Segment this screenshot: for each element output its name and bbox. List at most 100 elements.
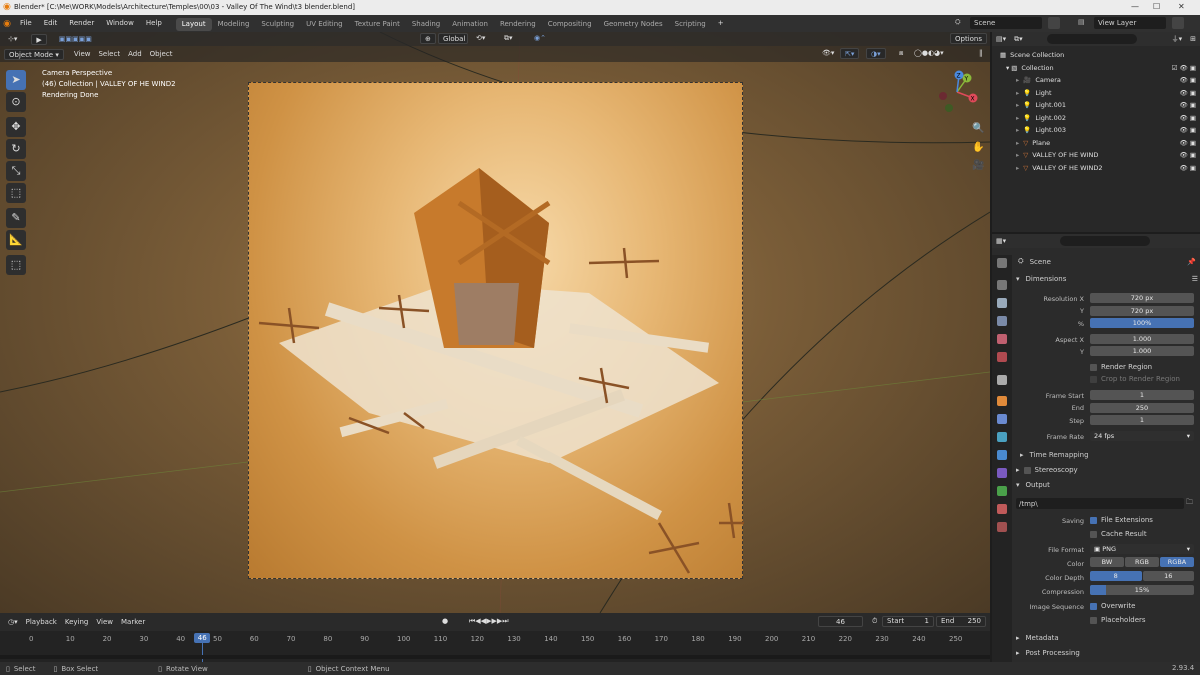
texture-tab-icon[interactable] bbox=[997, 522, 1007, 532]
current-frame-field[interactable]: 46 bbox=[818, 616, 863, 627]
tab-shading[interactable]: Shading bbox=[406, 18, 446, 31]
sidebar-toggle-icon[interactable]: ‖ bbox=[975, 48, 987, 59]
eye-icon[interactable]: 👁 ▣ bbox=[1180, 87, 1196, 100]
scene-selector[interactable]: Scene bbox=[970, 17, 1042, 29]
menu-render[interactable]: Render bbox=[63, 15, 100, 32]
checkbox-icon[interactable]: ☑ 👁 ▣ bbox=[1172, 62, 1196, 75]
overwrite-checkbox[interactable]: Overwrite bbox=[1090, 602, 1135, 610]
stopwatch-icon[interactable]: ⏱ bbox=[868, 616, 881, 627]
eye-icon[interactable]: 👁 ▣ bbox=[1180, 99, 1196, 112]
menu-window[interactable]: Window bbox=[100, 15, 140, 32]
tab-uv-editing[interactable]: UV Editing bbox=[300, 18, 349, 31]
frame-end-field[interactable]: 250 bbox=[1090, 403, 1194, 413]
display-mode-icon[interactable]: ⧉▾ bbox=[1010, 34, 1027, 45]
viewport-menu-add[interactable]: Add bbox=[124, 49, 146, 60]
presets-icon[interactable]: ☰ bbox=[1192, 275, 1198, 283]
outliner-collection[interactable]: ▾ ▧ Collection ☑ 👁 ▣ bbox=[992, 62, 1200, 75]
select-tool-icon[interactable]: ▶ bbox=[31, 33, 47, 45]
eye-icon[interactable]: 👁 ▣ bbox=[1180, 137, 1196, 150]
file-format-dropdown[interactable]: ▣ PNG ▾ bbox=[1090, 544, 1194, 554]
depth-8-button[interactable]: 8 bbox=[1090, 571, 1142, 581]
outliner-editor-icon[interactable]: ▤▾ bbox=[992, 34, 1010, 45]
tab-geometry-nodes[interactable]: Geometry Nodes bbox=[598, 18, 669, 31]
playback-controls-icon[interactable]: ⏮◀◀▶▶▶⏭ bbox=[465, 616, 513, 627]
crop-region-check[interactable] bbox=[1090, 375, 1097, 383]
file-ext-checkbox[interactable]: File Extensions bbox=[1090, 516, 1153, 524]
view-layer-tab-icon[interactable] bbox=[997, 316, 1007, 326]
timeline-ruler[interactable]: 0 10 20 30 40 50 60 70 80 90 100 110 120 130 140 150 160… bbox=[0, 631, 990, 662]
eye-icon[interactable]: 👁 ▣ bbox=[1180, 74, 1196, 87]
compression-slider[interactable]: 15% bbox=[1090, 585, 1194, 595]
menu-edit[interactable]: Edit bbox=[38, 15, 64, 32]
gizmo-toggle-icon[interactable]: ⇱▾ bbox=[840, 48, 860, 59]
output-path-input[interactable]: /tmp\ bbox=[1016, 498, 1184, 509]
snap-icon[interactable]: ⧉▾ bbox=[500, 33, 517, 44]
outliner-item[interactable]: ▸ 💡 Light.001 👁 ▣ bbox=[992, 99, 1200, 112]
view-layer-selector[interactable]: View Layer bbox=[1094, 17, 1166, 29]
scale-tool-icon[interactable]: ⤡ bbox=[6, 161, 26, 181]
subpanel-time-remapping[interactable]: ▸ Time Remapping bbox=[1020, 451, 1196, 459]
outliner-item[interactable]: ▸ ▽ VALLEY OF HE WIND2 👁 ▣ bbox=[992, 162, 1200, 175]
panel-dimensions-header[interactable]: ▾ Dimensions ☰ bbox=[1016, 275, 1198, 283]
render-region-checkbox[interactable]: Render Region bbox=[1090, 363, 1152, 371]
rotate-tool-icon[interactable]: ↻ bbox=[6, 139, 26, 159]
outliner-item[interactable]: ▸ 💡 Light.002 👁 ▣ bbox=[992, 112, 1200, 125]
timeline-scrollbar[interactable] bbox=[0, 655, 990, 659]
aspect-y-field[interactable]: 1.000 bbox=[1090, 346, 1194, 356]
placeholders-check[interactable] bbox=[1090, 616, 1097, 624]
frame-step-field[interactable]: 1 bbox=[1090, 415, 1194, 425]
timeline-menu-playback[interactable]: Playback bbox=[22, 617, 61, 628]
collection-tab-icon[interactable] bbox=[997, 375, 1007, 385]
viewport-menu-select[interactable]: Select bbox=[94, 49, 124, 60]
modifier-tab-icon[interactable] bbox=[997, 414, 1007, 424]
proportional-edit-icon[interactable]: ◉⌃ bbox=[530, 33, 550, 44]
pivot-icon[interactable]: ⟲▾ bbox=[472, 33, 489, 44]
zoom-icon[interactable]: 🔍 bbox=[972, 123, 984, 134]
world-tab-icon[interactable] bbox=[997, 352, 1007, 362]
shading-modes-icon[interactable]: ◯●◐◕▾ bbox=[910, 48, 948, 59]
render-tab-icon[interactable] bbox=[997, 280, 1007, 290]
new-collection-icon[interactable]: ⊞ bbox=[1186, 34, 1200, 45]
depth-16-button[interactable]: 16 bbox=[1142, 571, 1194, 581]
res-x-field[interactable]: 720 px bbox=[1090, 293, 1194, 303]
panel-metadata-header[interactable]: ▸ Metadata bbox=[1016, 634, 1196, 642]
annotate-tool-icon[interactable]: ✎ bbox=[6, 208, 26, 228]
minimize-icon[interactable]: — bbox=[1131, 2, 1139, 11]
new-view-layer-icon[interactable] bbox=[1172, 17, 1184, 29]
record-icon[interactable]: ● bbox=[438, 616, 452, 627]
aspect-x-field[interactable]: 1.000 bbox=[1090, 334, 1194, 344]
move-tool-icon[interactable]: ✥ bbox=[6, 117, 26, 137]
particles-tab-icon[interactable] bbox=[997, 432, 1007, 442]
overwrite-check[interactable] bbox=[1090, 602, 1097, 610]
editor-type-icon[interactable]: ⊹▾ bbox=[4, 34, 21, 45]
start-frame-field[interactable]: Start 1 bbox=[882, 616, 934, 627]
outliner-search-input[interactable] bbox=[1046, 34, 1137, 44]
add-cube-tool-icon[interactable]: ⬚ bbox=[6, 255, 26, 275]
color-bw-button[interactable]: BW bbox=[1090, 557, 1124, 567]
tab-modeling[interactable]: Modeling bbox=[212, 18, 256, 31]
pan-hand-icon[interactable]: ✋ bbox=[972, 142, 984, 153]
tab-sculpting[interactable]: Sculpting bbox=[255, 18, 300, 31]
outliner-item[interactable]: ▸ 🎥 Camera 👁 ▣ bbox=[992, 74, 1200, 87]
output-tab-icon[interactable] bbox=[997, 298, 1007, 308]
res-y-field[interactable]: 720 px bbox=[1090, 306, 1194, 316]
maximize-icon[interactable]: ☐ bbox=[1153, 2, 1160, 11]
options-dropdown[interactable]: Options bbox=[950, 33, 988, 44]
orientation-icon[interactable]: ⊕ bbox=[420, 33, 436, 44]
crop-region-checkbox[interactable]: Crop to Render Region bbox=[1090, 375, 1180, 383]
playhead[interactable]: 46 bbox=[194, 633, 211, 643]
visibility-icon[interactable]: 👁▾ bbox=[818, 48, 838, 59]
tab-rendering[interactable]: Rendering bbox=[494, 18, 542, 31]
stereoscopy-check[interactable] bbox=[1023, 466, 1031, 474]
res-pct-field[interactable]: 100% bbox=[1090, 318, 1194, 328]
xray-icon[interactable]: ⧈ bbox=[895, 48, 907, 59]
scene-tab-icon[interactable] bbox=[997, 334, 1007, 344]
camera-view-icon[interactable]: 🎥 bbox=[972, 160, 984, 171]
panel-output-header[interactable]: ▾ Output bbox=[1016, 481, 1196, 489]
panel-stereoscopy-header[interactable]: ▸ Stereoscopy bbox=[1016, 466, 1196, 474]
filter-icon[interactable]: ⏚▾ bbox=[1168, 34, 1187, 45]
panel-post-processing-header[interactable]: ▸ Post Processing bbox=[1016, 649, 1196, 657]
close-icon[interactable]: ✕ bbox=[1178, 2, 1185, 11]
color-rgb-button[interactable]: RGB bbox=[1125, 557, 1159, 567]
outliner-scene-collection[interactable]: ▦ Scene Collection bbox=[992, 49, 1200, 62]
